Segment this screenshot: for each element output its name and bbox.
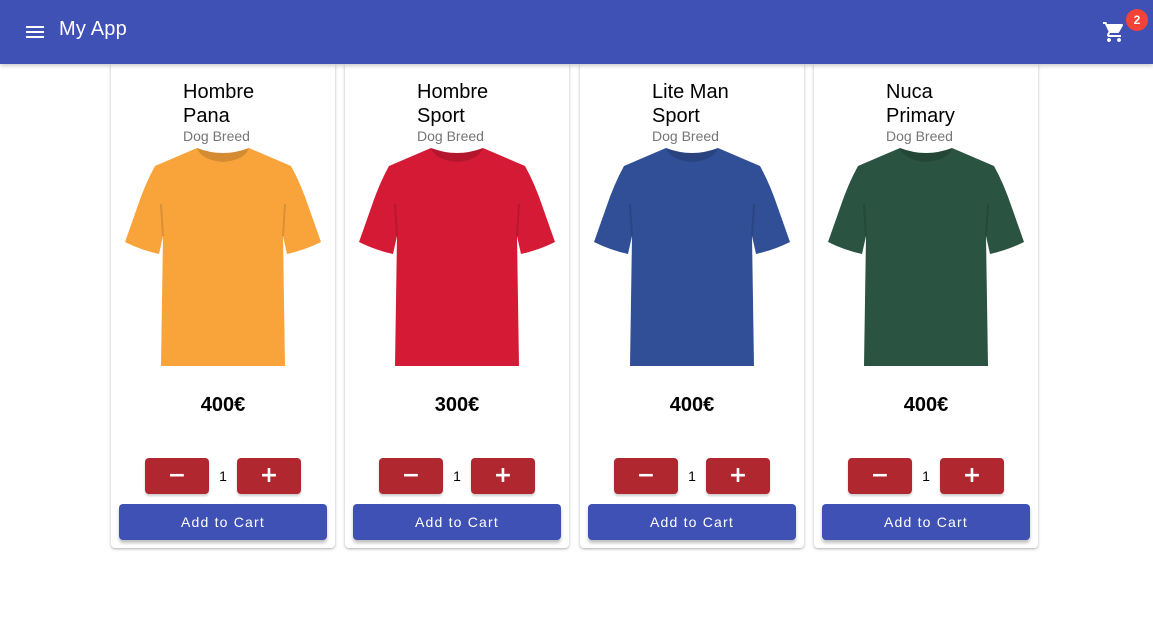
cart-count-badge: 2 bbox=[1126, 9, 1148, 31]
quantity-stepper: − 1 + bbox=[345, 458, 569, 494]
menu-icon bbox=[26, 26, 44, 38]
quantity-value: 1 bbox=[922, 468, 930, 484]
cart-button[interactable]: 2 bbox=[1097, 9, 1148, 50]
app-title: My App bbox=[59, 18, 127, 40]
menu-button[interactable] bbox=[19, 16, 51, 48]
tshirt-shape bbox=[828, 148, 1024, 366]
tshirt-shape bbox=[594, 148, 790, 366]
quantity-value: 1 bbox=[688, 468, 696, 484]
decrease-quantity-button[interactable]: − bbox=[379, 458, 443, 494]
product-price: 400€ bbox=[200, 394, 246, 416]
tshirt-image bbox=[359, 148, 555, 366]
decrease-quantity-button[interactable]: − bbox=[614, 458, 678, 494]
product-name: Hombre Pana bbox=[183, 81, 255, 127]
product-subtitle: Dog Breed bbox=[417, 128, 484, 144]
product-subtitle: Dog Breed bbox=[183, 128, 250, 144]
increase-quantity-button[interactable]: + bbox=[471, 458, 535, 494]
add-to-cart-button[interactable]: Add to Cart bbox=[822, 504, 1030, 540]
product-card: Hombre Pana Dog Breed 400€ − 1 + Add to … bbox=[111, 64, 335, 548]
add-to-cart-button[interactable]: Add to Cart bbox=[353, 504, 561, 540]
product-name: Nuca Primary bbox=[886, 81, 955, 127]
product-subtitle: Dog Breed bbox=[886, 128, 953, 144]
product-price: 300€ bbox=[434, 394, 480, 416]
decrease-quantity-button[interactable]: − bbox=[848, 458, 912, 494]
decrease-quantity-button[interactable]: − bbox=[145, 458, 209, 494]
product-grid: Hombre Pana Dog Breed 400€ − 1 + Add to … bbox=[111, 64, 1041, 550]
product-card: Nuca Primary Dog Breed 400€ − 1 + Add to… bbox=[814, 64, 1038, 548]
tshirt-image bbox=[828, 148, 1024, 366]
tshirt-shape bbox=[125, 148, 321, 366]
increase-quantity-button[interactable]: + bbox=[706, 458, 770, 494]
product-name: Hombre Sport bbox=[417, 81, 489, 127]
product-price: 400€ bbox=[669, 394, 715, 416]
app-toolbar: My App 2 bbox=[0, 0, 1153, 64]
add-to-cart-button[interactable]: Add to Cart bbox=[119, 504, 327, 540]
quantity-stepper: − 1 + bbox=[814, 458, 1038, 494]
quantity-stepper: − 1 + bbox=[580, 458, 804, 494]
product-subtitle: Dog Breed bbox=[652, 128, 719, 144]
product-price: 400€ bbox=[903, 394, 949, 416]
increase-quantity-button[interactable]: + bbox=[237, 458, 301, 494]
quantity-value: 1 bbox=[219, 468, 227, 484]
product-card: Lite Man Sport Dog Breed 400€ − 1 + Add … bbox=[580, 64, 804, 548]
product-card: Hombre Sport Dog Breed 300€ − 1 + Add to… bbox=[345, 64, 569, 548]
tshirt-shape bbox=[359, 148, 555, 366]
tshirt-image bbox=[125, 148, 321, 366]
increase-quantity-button[interactable]: + bbox=[940, 458, 1004, 494]
add-to-cart-button[interactable]: Add to Cart bbox=[588, 504, 796, 540]
quantity-stepper: − 1 + bbox=[111, 458, 335, 494]
shopping-cart-icon bbox=[1103, 22, 1124, 42]
quantity-value: 1 bbox=[453, 468, 461, 484]
tshirt-image bbox=[594, 148, 790, 366]
product-name: Lite Man Sport bbox=[652, 81, 729, 127]
